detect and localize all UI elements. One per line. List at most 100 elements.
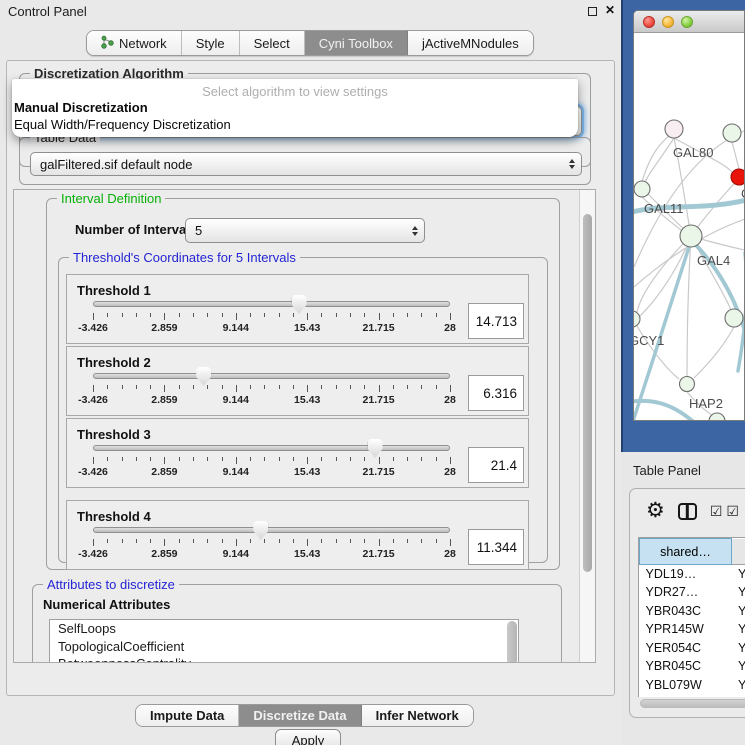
popup-option-manual-discretization[interactable]: Manual Discretization: [12, 99, 578, 116]
table-cell[interactable]: YDR2: [732, 583, 745, 602]
table-cell[interactable]: YBR0: [732, 657, 745, 676]
node-label: GAL11: [644, 201, 684, 216]
slider-tick: [250, 539, 251, 543]
network-edge[interactable]: [642, 135, 670, 182]
horizontal-scrollbar-thumb[interactable]: [640, 699, 745, 708]
tab-infer-network[interactable]: Infer Network: [362, 705, 473, 726]
slider-scale-label: -3.426: [65, 322, 121, 334]
group-title: Attributes to discretize: [43, 577, 179, 592]
slider-thumb[interactable]: [368, 439, 383, 458]
network-node[interactable]: [725, 309, 743, 327]
tab-impute-data[interactable]: Impute Data: [136, 705, 239, 726]
threshold-value-field[interactable]: 6.316: [468, 375, 524, 411]
close-icon[interactable]: ✕: [605, 3, 615, 17]
table-cell[interactable]: YBL079W: [640, 676, 732, 695]
minimize-traffic-light-icon[interactable]: [662, 16, 674, 28]
network-node[interactable]: [634, 181, 650, 197]
table-cell[interactable]: YER0: [732, 639, 745, 658]
slider-tick: [307, 539, 308, 546]
list-scrollbar[interactable]: [507, 621, 517, 663]
network-edge[interactable]: [694, 327, 734, 378]
table-cell[interactable]: YBL0: [732, 676, 745, 695]
attribute-list-item[interactable]: BetweennessCentrality: [50, 655, 518, 663]
table-row[interactable]: YDR27…YDR2: [640, 583, 745, 602]
network-node[interactable]: [680, 377, 695, 392]
table-row[interactable]: YBR045CYBR0: [640, 657, 745, 676]
slider-tick: [107, 385, 108, 389]
slider-tick: [122, 385, 123, 389]
network-node[interactable]: [731, 169, 745, 185]
table-cell[interactable]: YDL1: [732, 565, 745, 584]
slider-thumb[interactable]: [196, 367, 211, 386]
table-panel: Table Panel ⚙ ☑ ☑ shared… na YDL19…YDL1Y…: [621, 452, 745, 745]
network-window-titlebar[interactable]: [634, 11, 745, 33]
slider-tick: [336, 539, 337, 543]
table-cell[interactable]: YPR1: [732, 620, 745, 639]
tab-cyni-toolbox[interactable]: Cyni Toolbox: [305, 31, 408, 55]
slider-track[interactable]: [93, 445, 450, 451]
slider-thumb[interactable]: [292, 295, 307, 314]
table-cell[interactable]: YDL19…: [640, 565, 732, 584]
scrollbar-track[interactable]: [579, 190, 595, 663]
table-row[interactable]: YBR043CYBR0: [640, 602, 745, 621]
close-traffic-light-icon[interactable]: [643, 16, 655, 28]
slider-thumb[interactable]: [253, 521, 268, 540]
slider-track[interactable]: [93, 527, 450, 533]
network-edge[interactable]: [732, 142, 739, 169]
table-cell[interactable]: YLR345W: [640, 694, 732, 697]
table-cell[interactable]: YPR145W: [640, 620, 732, 639]
numerical-attributes-list[interactable]: SelfLoopsTopologicalCoefficientBetweenne…: [49, 619, 519, 663]
split-view-icon[interactable]: [678, 503, 697, 520]
network-edge-thick[interactable]: [634, 401, 697, 421]
gear-icon[interactable]: ⚙: [646, 501, 665, 521]
attribute-list-item[interactable]: SelfLoops: [50, 620, 518, 638]
zoom-traffic-light-icon[interactable]: [681, 16, 693, 28]
slider-track[interactable]: [93, 301, 450, 307]
tab-jactivemnodules[interactable]: jActiveMNodules: [408, 31, 533, 55]
table-row[interactable]: YDL19…YDL1: [640, 565, 745, 584]
table-cell[interactable]: YBR043C: [640, 602, 732, 621]
table-row[interactable]: YBL079WYBL0: [640, 676, 745, 695]
node-table[interactable]: shared… na YDL19…YDL1YDR27…YDR2YBR043CYB…: [638, 537, 745, 697]
apply-button[interactable]: Apply: [275, 729, 341, 745]
number-of-intervals-combo[interactable]: 5: [185, 218, 425, 243]
scrollbar-thumb[interactable]: [583, 214, 592, 572]
threshold-value-field[interactable]: 21.4: [468, 447, 524, 483]
table-cell[interactable]: YBR0: [732, 602, 745, 621]
slider-tick: [136, 385, 137, 389]
slider-tick: [122, 539, 123, 543]
threshold-value-field[interactable]: 14.713: [468, 303, 524, 339]
column-header-shared-name[interactable]: shared…: [640, 539, 732, 565]
table-row[interactable]: YLR345WYLR3: [640, 694, 745, 697]
column-header-name[interactable]: na: [732, 539, 745, 565]
network-node[interactable]: [665, 120, 683, 138]
checkbox-icon[interactable]: ☑: [710, 503, 723, 520]
network-node[interactable]: [634, 311, 640, 327]
table-cell[interactable]: YBR045C: [640, 657, 732, 676]
slider-tick: [93, 313, 94, 320]
network-edge[interactable]: [637, 236, 691, 312]
float-window-icon[interactable]: [588, 7, 597, 16]
popup-option-equal-width-frequency-discretization[interactable]: Equal Width/Frequency Discretization: [12, 116, 578, 133]
slider-tick: [136, 539, 137, 543]
network-canvas[interactable]: GAL80GACGAL11GAL4GCY1HHAP2: [634, 33, 745, 421]
network-node[interactable]: [723, 124, 741, 142]
tab-network[interactable]: Network: [87, 31, 182, 55]
table-cell[interactable]: YDR27…: [640, 583, 732, 602]
table-data-combo[interactable]: galFiltered.sif default node: [30, 152, 582, 176]
tab-discretize-data[interactable]: Discretize Data: [239, 705, 361, 726]
slider-track[interactable]: [93, 373, 450, 379]
tab-style[interactable]: Style: [182, 31, 240, 55]
tab-select[interactable]: Select: [240, 31, 305, 55]
checkbox-icon[interactable]: ☑: [726, 503, 739, 520]
control-panel: Control Panel ✕ NetworkStyleSelectCyni T…: [0, 0, 621, 745]
network-edge[interactable]: [634, 248, 686, 331]
network-node[interactable]: [680, 225, 702, 247]
table-cell[interactable]: YLR3: [732, 694, 745, 697]
threshold-value-field[interactable]: 11.344: [468, 529, 524, 565]
attribute-list-item[interactable]: TopologicalCoefficient: [50, 638, 518, 656]
table-row[interactable]: YPR145WYPR1: [640, 620, 745, 639]
table-row[interactable]: YER054CYER0: [640, 639, 745, 658]
slider-tick: [122, 313, 123, 317]
table-cell[interactable]: YER054C: [640, 639, 732, 658]
